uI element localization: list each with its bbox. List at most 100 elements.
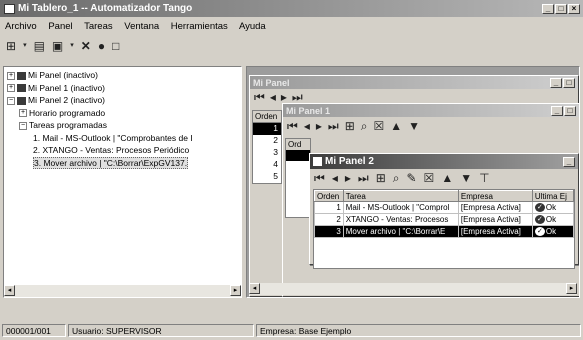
menu-bar: Archivo Panel Tareas Ventana Herramienta… — [5, 20, 275, 34]
menu-tareas[interactable]: Tareas — [84, 21, 113, 32]
next-record-icon[interactable]: ▸ — [345, 172, 351, 184]
mdi-area: Mi Panel _ □ ⏮ ◂ ▸ ⏭ Orden 1 2 3 4 5 Mi Pane… — [246, 66, 580, 298]
maximize-icon[interactable]: □ — [555, 3, 567, 14]
window-toolbar: ⏮ ◂ ▸ ⏭ ⊞ ⌕ ☒ ▲ ▼ — [283, 117, 579, 135]
selected-row[interactable] — [286, 150, 310, 161]
dropdown-arrow-icon[interactable]: ▾ — [70, 40, 74, 52]
minimize-icon[interactable]: _ — [550, 77, 562, 88]
status-ok-icon: ✓ — [534, 203, 545, 213]
find-icon[interactable]: ⌕ — [393, 172, 400, 184]
minimize-icon[interactable]: _ — [563, 156, 575, 167]
scroll-left-icon[interactable]: ◂ — [249, 283, 260, 294]
scroll-left-icon[interactable]: ◂ — [4, 285, 15, 296]
window-title-bar[interactable]: Mi Panel 1 _ □ — [283, 104, 579, 117]
window-title-bar[interactable]: Mi Panel 2 _ — [310, 154, 578, 169]
minimize-icon[interactable]: _ — [542, 3, 554, 14]
dropdown-arrow-icon[interactable]: ▾ — [23, 40, 27, 52]
grid-icon[interactable]: ⊞ — [345, 120, 355, 132]
grid-icon[interactable]: ⊞ — [376, 172, 386, 184]
help-icon[interactable]: ● — [98, 40, 105, 52]
expand-icon[interactable]: + — [19, 109, 27, 118]
table-row-selected[interactable]: 3 Mover archivo | "C:\Borrar\E [Empresa … — [314, 225, 575, 238]
window-toolbar: ⏮ ◂ ▸ ⏭ ⊞ ⌕ ✎ ☒ ▲ ▼ ⊤ — [310, 169, 578, 187]
tree-item[interactable]: − Tareas programadas — [7, 119, 238, 132]
window-title-bar[interactable]: Mi Panel _ □ — [250, 76, 578, 89]
panel-icon — [17, 96, 26, 105]
up-icon[interactable]: ▲ — [441, 172, 453, 184]
menu-panel[interactable]: Panel — [48, 21, 72, 32]
menu-ventana[interactable]: Ventana — [124, 21, 159, 32]
edit-icon[interactable]: ✎ — [406, 172, 416, 184]
tree-item[interactable]: − Mi Panel 2 (inactivo) — [7, 94, 238, 107]
first-record-icon[interactable]: ⏮ — [314, 172, 325, 184]
column-header-tarea[interactable]: Tarea — [342, 190, 459, 202]
tree-icon[interactable]: ⊞ — [6, 40, 16, 52]
first-record-icon[interactable]: ⏮ — [254, 91, 265, 103]
prev-record-icon[interactable]: ◂ — [270, 91, 276, 103]
app-icon — [4, 3, 15, 14]
panel-icon — [17, 71, 26, 80]
collapse-icon[interactable]: − — [7, 96, 15, 105]
collapse-icon[interactable]: − — [19, 121, 27, 130]
last-record-icon[interactable]: ⏭ — [358, 172, 369, 184]
maximize-icon[interactable]: □ — [563, 77, 575, 88]
app-title: Mi Tablero_1 -- Automatizador Tango — [18, 3, 193, 14]
table-row[interactable]: 2 XTANGO - Ventas: Procesos [Empresa Act… — [314, 213, 575, 226]
print-icon[interactable]: ▣ — [52, 40, 63, 52]
menu-archivo[interactable]: Archivo — [5, 21, 37, 32]
status-user: Usuario: SUPERVISOR — [68, 324, 254, 337]
tree-item[interactable]: 3. Mover archivo | "C:\Borrar\ExpGV137. — [7, 156, 238, 170]
expand-icon[interactable]: + — [7, 84, 15, 93]
tree-item[interactable]: + Mi Panel 1 (inactivo) — [7, 82, 238, 95]
main-title-bar[interactable]: Mi Tablero_1 -- Automatizador Tango _ □ … — [0, 0, 583, 17]
filter-icon[interactable]: ⊤ — [479, 172, 489, 184]
down-icon[interactable]: ▼ — [408, 120, 420, 132]
ord-column: Ord — [285, 138, 311, 218]
menu-ayuda[interactable]: Ayuda — [239, 21, 266, 32]
delete-icon[interactable]: ☒ — [373, 120, 384, 132]
menu-herramientas[interactable]: Herramientas — [171, 21, 228, 32]
tree-hscrollbar[interactable]: ◂ ▸ — [4, 285, 241, 297]
status-counter: 000001/001 — [2, 324, 66, 337]
next-record-icon[interactable]: ▸ — [316, 120, 322, 132]
table-row[interactable]: 1 Mail - MS-Outlook | "Comprol [Empresa … — [314, 201, 575, 214]
prev-record-icon[interactable]: ◂ — [332, 172, 338, 184]
close-icon[interactable]: × — [568, 3, 580, 14]
next-record-icon[interactable]: ▸ — [281, 91, 287, 103]
last-record-icon[interactable]: ⏭ — [328, 120, 339, 132]
tree-item[interactable]: + Horario programado — [7, 107, 238, 120]
find-icon[interactable]: ⌕ — [361, 120, 368, 132]
delete-icon[interactable]: ☒ — [424, 172, 435, 184]
tasks-grid: Orden Tarea Empresa Ultima Ej 1 Mail - M… — [313, 189, 575, 269]
up-icon[interactable]: ▲ — [390, 120, 402, 132]
tree-panel: + Mi Panel (inactivo) + Mi Panel 1 (inacti… — [3, 66, 242, 298]
tree-item[interactable]: + Mi Panel (inactivo) — [7, 69, 238, 82]
scroll-right-icon[interactable]: ▸ — [566, 283, 577, 294]
save-icon[interactable]: ▤ — [34, 40, 45, 52]
last-record-icon[interactable]: ⏭ — [292, 91, 303, 103]
status-empresa: Empresa: Base Ejemplo — [256, 324, 581, 337]
main-toolbar: ⊞ ▾ ▤ ▣ ▾ ✕ ● □ — [6, 37, 119, 55]
delete-icon[interactable]: ✕ — [81, 40, 91, 52]
window-icon — [313, 157, 322, 166]
window-icon[interactable]: □ — [112, 40, 119, 52]
orden-column: Orden 1 2 3 4 5 — [252, 110, 282, 184]
mdi-hscrollbar[interactable]: ◂ ▸ — [249, 283, 577, 295]
panel-icon — [17, 84, 26, 93]
minimize-icon[interactable]: _ — [551, 105, 563, 116]
status-bar: 000001/001 Usuario: SUPERVISOR Empresa: … — [2, 324, 581, 337]
prev-record-icon[interactable]: ◂ — [304, 120, 310, 132]
tree-item[interactable]: 2. XTANGO - Ventas: Procesos Periódico — [7, 144, 238, 157]
tree-item[interactable]: 1. Mail - MS-Outlook | "Comprobantes de … — [7, 132, 238, 145]
column-header-empresa[interactable]: Empresa — [457, 190, 533, 202]
expand-icon[interactable]: + — [7, 71, 15, 80]
down-icon[interactable]: ▼ — [460, 172, 472, 184]
first-record-icon[interactable]: ⏮ — [287, 120, 298, 132]
column-header-ultima[interactable]: Ultima Ej — [531, 190, 575, 202]
maximize-icon[interactable]: □ — [564, 105, 576, 116]
window-mi-panel-2[interactable]: Mi Panel 2 _ ⏮ ◂ ▸ ⏭ ⊞ ⌕ ✎ ☒ ▲ ▼ ⊤ Orden Tarea Emp… — [309, 153, 579, 269]
column-header-orden[interactable]: Orden — [314, 190, 344, 202]
scroll-right-icon[interactable]: ▸ — [230, 285, 241, 296]
status-ok-icon: ✓ — [534, 227, 545, 237]
status-ok-icon: ✓ — [534, 215, 545, 225]
